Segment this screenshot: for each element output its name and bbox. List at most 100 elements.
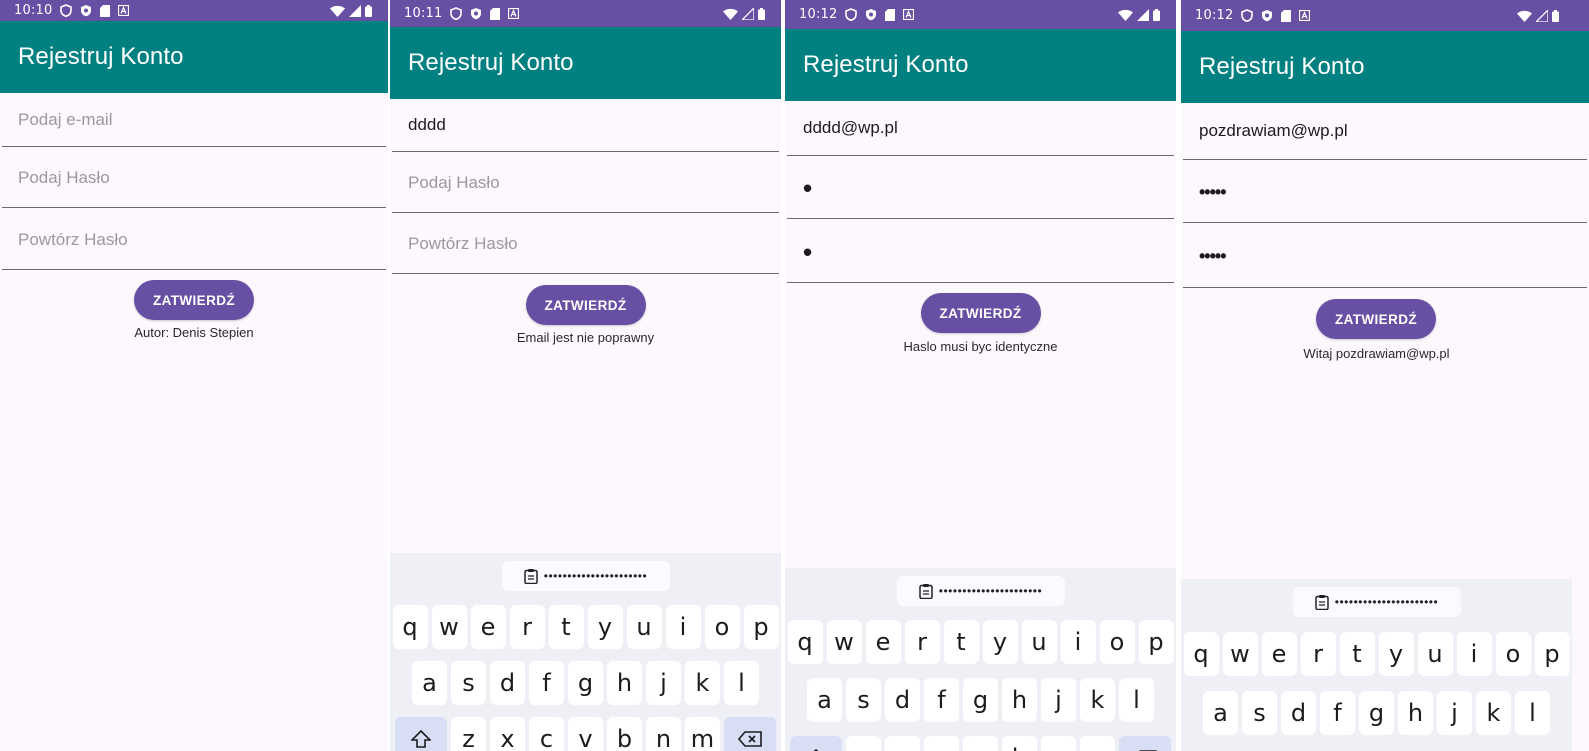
key-y[interactable]: y bbox=[1378, 632, 1414, 676]
key-m[interactable]: m bbox=[685, 717, 720, 751]
key-i[interactable]: i bbox=[1060, 620, 1096, 664]
key-o[interactable]: o bbox=[704, 605, 740, 649]
password-field[interactable]: ••••• bbox=[1183, 162, 1587, 223]
key-t[interactable]: t bbox=[548, 605, 584, 649]
key-o[interactable]: o bbox=[1495, 632, 1531, 676]
key-q[interactable]: q bbox=[787, 620, 823, 664]
key-j[interactable]: j bbox=[1437, 691, 1472, 735]
key-p[interactable]: p bbox=[743, 605, 779, 649]
key-r[interactable]: r bbox=[1300, 632, 1336, 676]
key-s[interactable]: s bbox=[1242, 691, 1277, 735]
key-q[interactable]: q bbox=[392, 605, 428, 649]
key-q[interactable]: q bbox=[1183, 632, 1219, 676]
key-p[interactable]: p bbox=[1534, 632, 1570, 676]
play-protect-icon bbox=[81, 5, 92, 17]
submit-button[interactable]: ZATWIERDŹ bbox=[920, 293, 1041, 333]
key-x[interactable]: x bbox=[490, 717, 525, 751]
key-u[interactable]: u bbox=[1417, 632, 1453, 676]
key-u[interactable]: u bbox=[1021, 620, 1057, 664]
key-l[interactable]: l bbox=[724, 661, 759, 705]
submit-button[interactable]: ZATWIERDŹ bbox=[134, 280, 254, 320]
repeat-password-field[interactable]: Powtórz Hasło bbox=[392, 215, 779, 274]
key-l[interactable]: l bbox=[1119, 678, 1154, 722]
key-i[interactable]: i bbox=[1456, 632, 1492, 676]
repeat-password-placeholder: Powtórz Hasło bbox=[18, 229, 128, 249]
a11y-icon bbox=[1299, 10, 1311, 21]
email-field[interactable]: dddd@wp.pl bbox=[787, 101, 1174, 156]
key-y[interactable]: y bbox=[982, 620, 1018, 664]
key-y[interactable]: y bbox=[587, 605, 623, 649]
key-w[interactable]: w bbox=[1222, 632, 1258, 676]
key-a[interactable]: a bbox=[412, 661, 447, 705]
app-bar: Rejestruj Konto bbox=[0, 21, 388, 93]
key-d[interactable]: d bbox=[490, 661, 525, 705]
submit-button[interactable]: ZATWIERDŹ bbox=[1316, 299, 1436, 339]
key-r[interactable]: r bbox=[904, 620, 940, 664]
key-n[interactable]: n bbox=[1041, 736, 1076, 751]
key-w[interactable]: w bbox=[826, 620, 862, 664]
key-c[interactable]: c bbox=[529, 717, 564, 751]
key-e[interactable]: e bbox=[1261, 632, 1297, 676]
key-h[interactable]: h bbox=[607, 661, 642, 705]
key-m[interactable]: m bbox=[1080, 736, 1115, 751]
key-z[interactable]: z bbox=[846, 736, 881, 751]
key-k[interactable]: k bbox=[685, 661, 720, 705]
shift-key[interactable] bbox=[790, 736, 842, 751]
email-field[interactable]: dddd bbox=[392, 99, 779, 152]
key-f[interactable]: f bbox=[1320, 691, 1355, 735]
key-r[interactable]: r bbox=[509, 605, 545, 649]
key-o[interactable]: o bbox=[1099, 620, 1135, 664]
key-c[interactable]: c bbox=[924, 736, 959, 751]
key-f[interactable]: f bbox=[529, 661, 564, 705]
key-g[interactable]: g bbox=[1359, 691, 1394, 735]
password-field[interactable]: Podaj Hasło bbox=[2, 149, 386, 208]
key-l[interactable]: l bbox=[1515, 691, 1550, 735]
wifi-icon bbox=[1517, 10, 1532, 22]
key-p[interactable]: p bbox=[1138, 620, 1174, 664]
key-h[interactable]: h bbox=[1398, 691, 1433, 735]
key-x[interactable]: x bbox=[885, 736, 920, 751]
key-f[interactable]: f bbox=[924, 678, 959, 722]
key-v[interactable]: v bbox=[963, 736, 998, 751]
key-v[interactable]: v bbox=[568, 717, 603, 751]
key-s[interactable]: s bbox=[451, 661, 486, 705]
key-w[interactable]: w bbox=[431, 605, 467, 649]
backspace-key[interactable] bbox=[724, 717, 776, 751]
key-d[interactable]: d bbox=[1281, 691, 1316, 735]
key-k[interactable]: k bbox=[1476, 691, 1511, 735]
key-d[interactable]: d bbox=[885, 678, 920, 722]
key-z[interactable]: z bbox=[451, 717, 486, 751]
backspace-key[interactable] bbox=[1119, 736, 1171, 751]
key-t[interactable]: t bbox=[943, 620, 979, 664]
key-g[interactable]: g bbox=[568, 661, 603, 705]
repeat-password-field[interactable]: ••••• bbox=[1183, 225, 1587, 288]
repeat-password-field[interactable]: Powtórz Hasło bbox=[2, 210, 386, 270]
key-i[interactable]: i bbox=[665, 605, 701, 649]
submit-button[interactable]: ZATWIERDŹ bbox=[525, 285, 646, 325]
key-e[interactable]: e bbox=[470, 605, 506, 649]
email-field[interactable]: pozdrawiam@wp.pl bbox=[1183, 103, 1587, 160]
key-a[interactable]: a bbox=[1203, 691, 1238, 735]
shift-key[interactable] bbox=[395, 717, 447, 751]
key-u[interactable]: u bbox=[626, 605, 662, 649]
key-j[interactable]: j bbox=[646, 661, 681, 705]
clipboard-suggestion[interactable]: •••••••••••••••••••••• bbox=[501, 561, 670, 591]
key-k[interactable]: k bbox=[1080, 678, 1115, 722]
key-b[interactable]: b bbox=[607, 717, 642, 751]
password-field[interactable]: Podaj Hasło bbox=[392, 154, 779, 213]
clipboard-suggestion[interactable]: •••••••••••••••••••••• bbox=[1292, 587, 1461, 617]
key-h[interactable]: h bbox=[1002, 678, 1037, 722]
key-e[interactable]: e bbox=[865, 620, 901, 664]
email-field[interactable]: Podaj e-mail bbox=[2, 93, 386, 147]
clipboard-suggestion[interactable]: •••••••••••••••••••••• bbox=[896, 576, 1065, 606]
key-a[interactable]: a bbox=[807, 678, 842, 722]
repeat-password-field[interactable]: • bbox=[787, 221, 1174, 283]
key-t[interactable]: t bbox=[1339, 632, 1375, 676]
key-s[interactable]: s bbox=[846, 678, 881, 722]
key-g[interactable]: g bbox=[963, 678, 998, 722]
keyboard-row-3: z x c v b n m bbox=[390, 717, 781, 751]
key-n[interactable]: n bbox=[646, 717, 681, 751]
password-field[interactable]: • bbox=[787, 158, 1174, 219]
key-j[interactable]: j bbox=[1041, 678, 1076, 722]
key-b[interactable]: b bbox=[1002, 736, 1037, 751]
